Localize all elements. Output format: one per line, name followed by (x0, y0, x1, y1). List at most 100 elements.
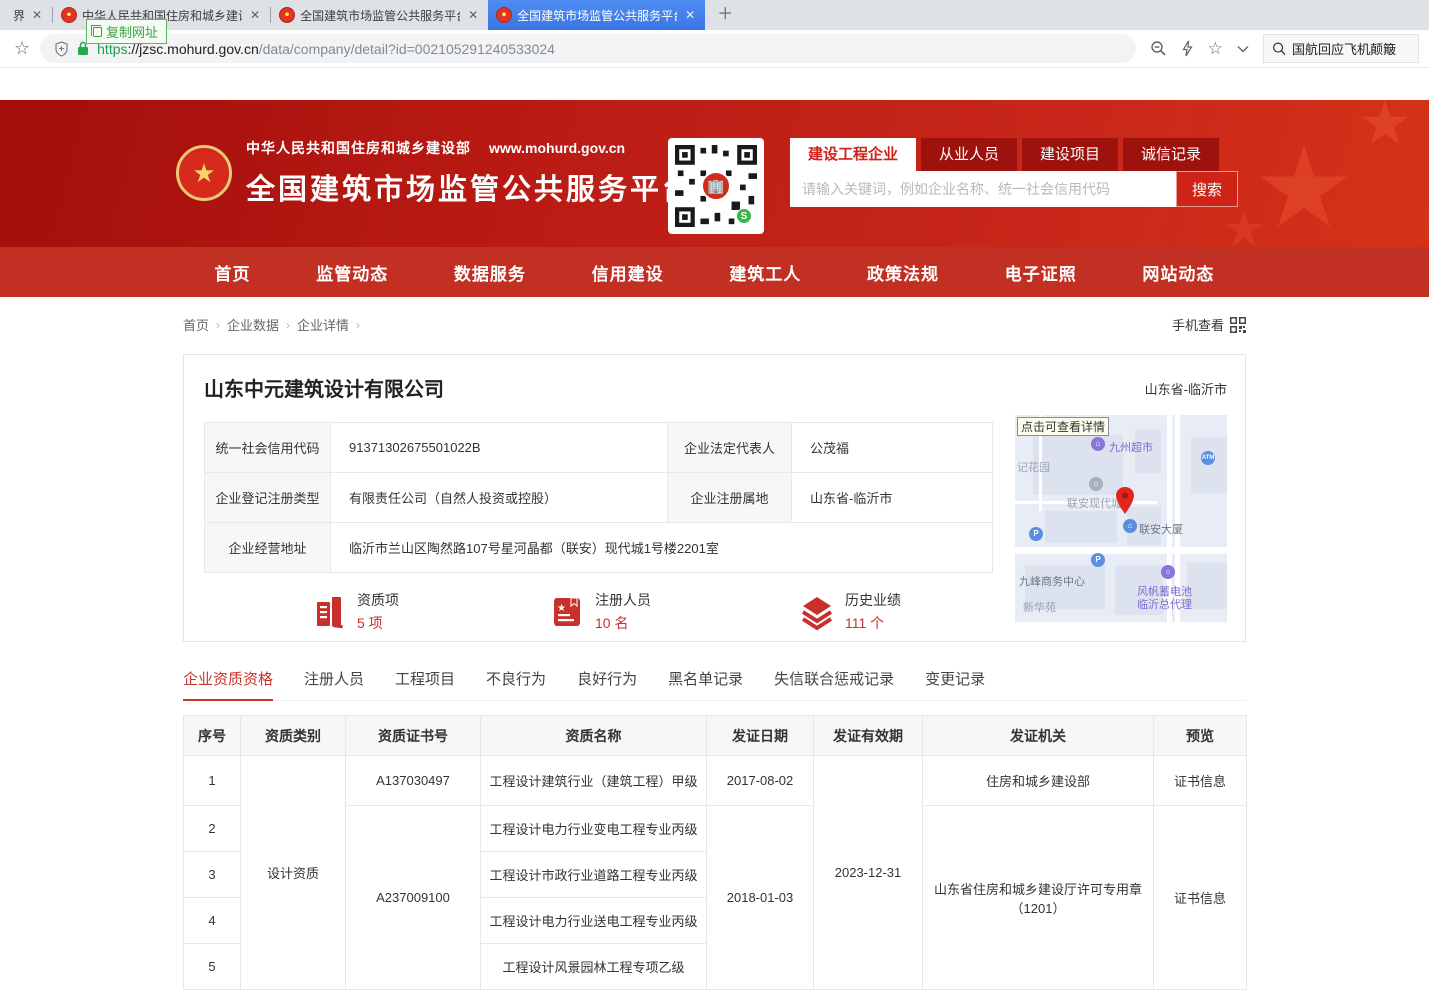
map-label: 九峰商务中心 (1019, 573, 1085, 589)
tab-favicon-icon (279, 7, 295, 23)
tab-qualifications[interactable]: 企业资质资格 (183, 668, 273, 701)
ministry-url: www.mohurd.gov.cn (489, 140, 625, 156)
layers-icon (799, 594, 835, 630)
new-tab-button[interactable]: ＋ (705, 0, 745, 30)
certificate-info-link[interactable]: 证书信息 (1154, 806, 1247, 990)
decor-star-icon (1224, 210, 1264, 247)
authority-cell: 山东省住房和城乡建设厅许可专用章（1201） (923, 806, 1154, 990)
tab-close-icon[interactable]: ✕ (683, 8, 697, 22)
tab-close-icon[interactable]: ✕ (30, 8, 44, 22)
map-label: 联安现代城 (1067, 495, 1122, 511)
breadcrumb-company-detail[interactable]: 企业详情 (297, 315, 349, 334)
browser-tab-partial[interactable]: 界 ✕ (0, 0, 52, 30)
chevron-down-icon[interactable] (1237, 45, 1249, 53)
map-label: 新华苑 (1023, 599, 1056, 615)
breadcrumb-separator: › (286, 318, 290, 332)
map-marker-parking-icon: P (1091, 553, 1105, 567)
table-row: 1 设计资质 A137030497 工程设计建筑行业（建筑工程）甲级 2017-… (184, 756, 1247, 806)
seq-cell: 4 (184, 898, 241, 944)
nav-item-home[interactable]: 首页 (215, 260, 251, 285)
qual-name-cell: 工程设计市政行业道路工程专业丙级 (481, 852, 707, 898)
certificate-icon: ★ (549, 594, 585, 630)
company-location-map[interactable]: 点击可查看详情 ⌂ 九州超市 ATM 记花园 ⌂ 联安现代城 ⌂ 联安大厦 P … (1015, 415, 1227, 622)
map-marker-battery-icon: ⌂ (1161, 565, 1175, 579)
company-stats: 资质项 5 项 ★ 注册人员 10 名 历史业绩 111 个 (204, 590, 993, 633)
map-pin-icon (1115, 487, 1135, 515)
building-icon (311, 594, 347, 630)
map-label: 九州超市 (1109, 439, 1153, 455)
nav-item-certificate[interactable]: 电子证照 (1005, 260, 1077, 285)
browser-tab-active[interactable]: 全国建筑市场监管公共服务平台 ✕ (488, 0, 705, 30)
stat-historical-performance[interactable]: 历史业绩 111 个 (799, 590, 901, 633)
bookmark-star-icon[interactable]: ☆ (14, 38, 30, 59)
search-tab-credit[interactable]: 诚信记录 (1123, 138, 1219, 171)
info-label: 企业经营地址 (205, 523, 331, 573)
company-name: 山东中元建筑设计有限公司 (204, 373, 1227, 402)
valid-until-cell: 2023-12-31 (814, 756, 923, 990)
legal-rep-value: 公茂福 (792, 423, 993, 473)
qual-name-cell: 工程设计风景园林工程专项乙级 (481, 944, 707, 990)
breadcrumb-home[interactable]: 首页 (183, 315, 209, 334)
reg-type-value: 有限责任公司（自然人投资或控股） (331, 473, 668, 523)
site-nav: 首页 监管动态 数据服务 信用建设 建筑工人 政策法规 电子证照 网站动态 (0, 247, 1429, 297)
qual-name-cell: 工程设计电力行业送电工程专业丙级 (481, 898, 707, 944)
nav-item-supervision[interactable]: 监管动态 (316, 260, 388, 285)
issue-date-cell: 2018-01-03 (707, 806, 814, 990)
table-header-row: 序号 资质类别 资质证书号 资质名称 发证日期 发证有效期 发证机关 预览 (184, 716, 1247, 756)
breadcrumb: 首页 › 企业数据 › 企业详情 › 手机查看 (183, 315, 1246, 334)
qualification-table: 序号 资质类别 资质证书号 资质名称 发证日期 发证有效期 发证机关 预览 1 … (183, 715, 1247, 990)
zoom-out-icon[interactable] (1150, 40, 1167, 57)
tab-title: 界 (13, 7, 24, 24)
tab-close-icon[interactable]: ✕ (466, 8, 480, 22)
tab-favicon-icon (61, 7, 77, 23)
tab-close-icon[interactable]: ✕ (248, 8, 262, 22)
tab-change-records[interactable]: 变更记录 (925, 668, 985, 700)
copy-icon (93, 27, 102, 37)
nav-item-site-news[interactable]: 网站动态 (1142, 260, 1214, 285)
nav-item-workers[interactable]: 建筑工人 (729, 260, 801, 285)
nav-item-policy[interactable]: 政策法规 (867, 260, 939, 285)
page-top-gap (0, 68, 1429, 100)
stat-qualifications[interactable]: 资质项 5 项 (311, 590, 399, 633)
qr-mini-icon (1230, 317, 1246, 333)
tab-bad-behavior[interactable]: 不良行为 (486, 668, 546, 700)
category-cell: 设计资质 (241, 756, 346, 990)
flash-icon[interactable] (1181, 40, 1194, 57)
seq-cell: 5 (184, 944, 241, 990)
decor-star-icon (1259, 145, 1349, 235)
search-tab-project[interactable]: 建设项目 (1022, 138, 1118, 171)
seq-cell: 3 (184, 852, 241, 898)
shield-icon[interactable] (54, 41, 69, 57)
favorites-star-icon[interactable]: ☆ (1208, 39, 1223, 59)
browser-tab-jzsc[interactable]: 全国建筑市场监管公共服务平台 ✕ (271, 0, 488, 30)
stat-registered-personnel[interactable]: ★ 注册人员 10 名 (549, 590, 651, 633)
breadcrumb-separator: › (356, 318, 360, 332)
news-search-box[interactable] (1263, 34, 1419, 63)
map-marker-parking-icon: P (1029, 527, 1043, 541)
qual-name-cell: 工程设计电力行业变电工程专业丙级 (481, 806, 707, 852)
mobile-view-link[interactable]: 手机查看 (1172, 315, 1246, 334)
tab-blacklist[interactable]: 黑名单记录 (668, 668, 743, 700)
tab-projects[interactable]: 工程项目 (395, 668, 455, 700)
breadcrumb-separator: › (216, 318, 220, 332)
search-tab-personnel[interactable]: 从业人员 (921, 138, 1017, 171)
search-button[interactable]: 搜索 (1176, 171, 1238, 207)
breadcrumb-company-data[interactable]: 企业数据 (227, 315, 279, 334)
tab-good-behavior[interactable]: 良好行为 (577, 668, 637, 700)
nav-item-credit[interactable]: 信用建设 (592, 260, 664, 285)
info-label: 企业登记注册类型 (205, 473, 331, 523)
map-label: 记花园 (1017, 459, 1050, 475)
news-search-input[interactable] (1292, 41, 1410, 56)
tab-dishonesty-records[interactable]: 失信联合惩戒记录 (774, 668, 894, 700)
map-road (1015, 547, 1227, 554)
keyword-search-input[interactable] (790, 171, 1176, 207)
certificate-info-link[interactable]: 证书信息 (1154, 756, 1247, 806)
credit-code-value: 91371302675501022B (331, 423, 668, 473)
tab-registered-personnel[interactable]: 注册人员 (304, 668, 364, 700)
seq-cell: 2 (184, 806, 241, 852)
map-marker-supermarket-icon: ⌂ (1091, 437, 1105, 451)
browser-tab-strip: 界 ✕ 中华人民共和国住房和城乡建设 ✕ 全国建筑市场监管公共服务平台 ✕ 全国… (0, 0, 1429, 30)
url-bar[interactable]: https://jzsc.mohurd.gov.cn/data/company/… (40, 34, 1136, 63)
nav-item-data-service[interactable]: 数据服务 (454, 260, 526, 285)
search-tab-enterprise[interactable]: 建设工程企业 (790, 138, 916, 171)
